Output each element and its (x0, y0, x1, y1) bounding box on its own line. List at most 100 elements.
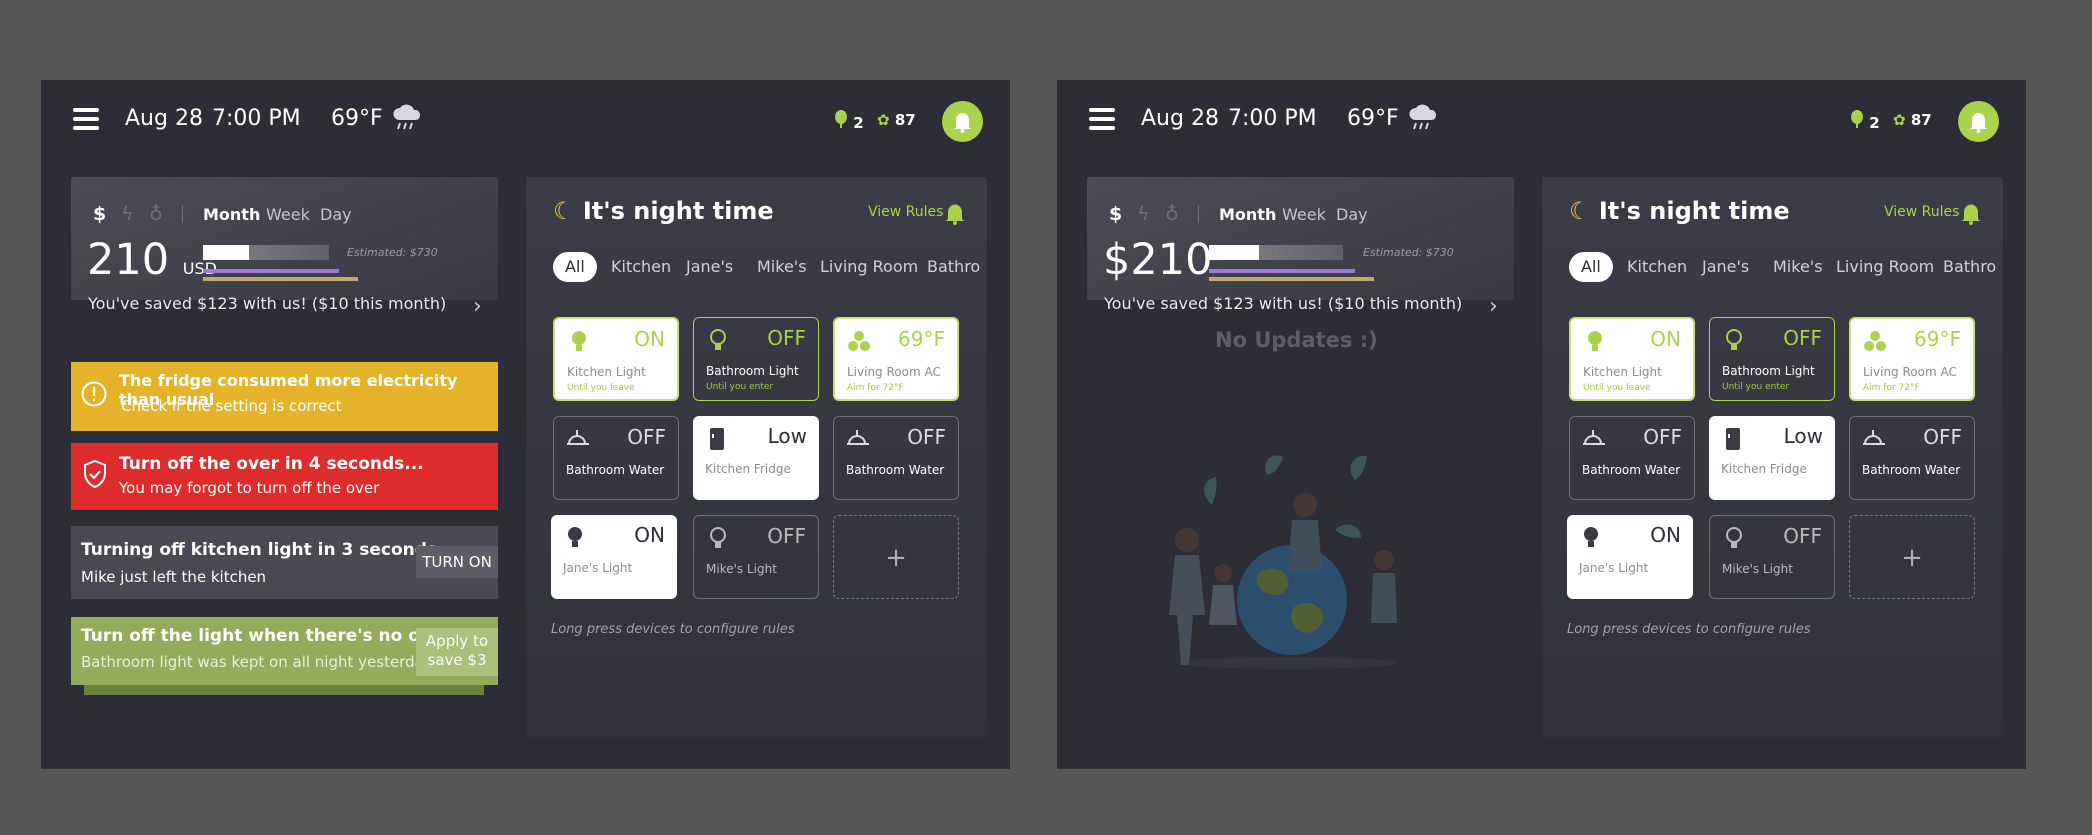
device-tile-mikes-light[interactable]: OFF Mike's Light (693, 515, 819, 599)
savings-text: You've saved $123 with us! ($10 this mon… (1104, 294, 1463, 313)
bell-icon (1970, 113, 1987, 133)
electricity-icon[interactable]: ϟ (1137, 203, 1150, 225)
device-tile-janes-light[interactable]: ON Jane's Light (1567, 515, 1693, 599)
leaf-count: 2 (853, 114, 864, 132)
device-tile-bathroom-light[interactable]: OFF Bathroom Light Until you enter (1709, 317, 1835, 401)
electricity-icon[interactable]: ϟ (121, 203, 134, 225)
bell-icon[interactable] (1960, 201, 1982, 225)
device-tile-kitchen-fridge[interactable]: Low Kitchen Fridge (693, 416, 819, 500)
alert-subtitle: Mike just left the kitchen (81, 568, 267, 586)
leaf-badge[interactable]: 2 (1850, 110, 1880, 133)
room-chip-janes[interactable]: Jane's (680, 252, 739, 282)
tab-week[interactable]: Week (266, 205, 310, 224)
shield-check-icon (84, 459, 106, 489)
assistant-button[interactable] (1958, 101, 1999, 142)
room-chip-mikes[interactable]: Mike's (751, 252, 813, 282)
estimated-label: Estimated: $730 (347, 246, 438, 259)
dollar-icon[interactable]: $ (1109, 203, 1122, 225)
fan-icon (848, 331, 870, 351)
tab-month[interactable]: Month (1219, 205, 1276, 224)
alert-subtitle: Bathroom light was kept on all night yes… (81, 653, 433, 671)
stack-shadow (84, 685, 484, 695)
alert-kitchen-light[interactable]: Turning off kitchen light in 3 seconds..… (71, 526, 498, 599)
plus-icon: + (885, 543, 907, 573)
bulb-icon (1588, 331, 1602, 351)
fan-icon (1864, 331, 1886, 351)
energy-card[interactable]: $ ϟ ♁ Month Week Day 210 USD Estimated: … (71, 177, 498, 319)
night-title: ☾ It's night time (1569, 197, 1790, 225)
alert-oven[interactable]: Turn off the over in 4 seconds... You ma… (71, 443, 498, 510)
menu-icon[interactable] (1089, 108, 1115, 134)
tab-month[interactable]: Month (203, 205, 260, 224)
device-tile-mikes-light[interactable]: OFF Mike's Light (1709, 515, 1835, 599)
turn-on-button[interactable]: TURN ON (416, 546, 498, 578)
chevron-right-icon[interactable]: › (1489, 294, 1498, 319)
bulb-icon (1726, 329, 1742, 350)
gas-icon[interactable]: ♁ (1165, 203, 1179, 225)
alert-title: Turn off the over in 4 seconds... (119, 454, 424, 474)
room-chip-living-room[interactable]: Living Room (814, 252, 924, 282)
plant-badge[interactable]: ✿ 87 (877, 110, 916, 130)
alert-suggestion[interactable]: Turn off the light when there's no one i… (71, 617, 498, 685)
device-tile-bathroom-water[interactable]: OFF Bathroom Water (553, 416, 679, 500)
room-chip-living-room[interactable]: Living Room (1830, 252, 1940, 282)
fridge-icon (710, 428, 724, 450)
room-chip-bathroom[interactable]: Bathro (1937, 252, 2002, 282)
no-updates-label: No Updates :) (1215, 328, 1378, 352)
energy-card[interactable]: $ ϟ ♁ Month Week Day $210 Estimated: $73… (1087, 177, 1514, 319)
plant-badge[interactable]: ✿ 87 (1893, 110, 1932, 130)
assistant-button[interactable] (942, 101, 983, 142)
moon-icon: ☾ (553, 197, 575, 225)
header-time: 7:00 PM (1228, 106, 1317, 131)
header-date: Aug 28 (125, 106, 203, 131)
rules-panel: ☾ It's night time View Rules All Kitchen… (1542, 177, 2003, 737)
room-chip-mikes[interactable]: Mike's (1767, 252, 1829, 282)
usage-line-purple (1209, 269, 1355, 273)
device-tile-bathroom-water[interactable]: OFF Bathroom Water (1569, 416, 1695, 500)
tab-week[interactable]: Week (1282, 205, 1326, 224)
device-tile-bathroom-light[interactable]: OFF Bathroom Light Until you enter (693, 317, 819, 401)
room-chip-all[interactable]: All (1569, 252, 1613, 282)
alert-fridge[interactable]: The fridge consumed more electricity tha… (71, 362, 498, 431)
bulb-icon (572, 331, 586, 351)
usage-line-gold (203, 277, 358, 281)
usage-line-gold (1209, 277, 1374, 281)
device-tile-kitchen-light[interactable]: ON Kitchen Light Until you leave (553, 317, 679, 401)
device-tile-kitchen-light[interactable]: ON Kitchen Light Until you leave (1569, 317, 1695, 401)
device-tile-living-room-ac[interactable]: 69°F Living Room AC Aim for 72°F (1849, 317, 1975, 401)
bell-icon (954, 113, 971, 133)
bulb-icon (710, 527, 726, 548)
gas-icon[interactable]: ♁ (149, 203, 163, 225)
add-device-button[interactable]: + (1849, 515, 1975, 599)
device-tile-janes-light[interactable]: ON Jane's Light (551, 515, 677, 599)
faucet-icon (847, 430, 869, 445)
chevron-right-icon[interactable]: › (473, 294, 482, 319)
faucet-icon (567, 430, 589, 445)
estimated-label: Estimated: $730 (1363, 246, 1454, 259)
device-tile-bathroom-water-2[interactable]: OFF Bathroom Water (1849, 416, 1975, 500)
device-tile-bathroom-water-2[interactable]: OFF Bathroom Water (833, 416, 959, 500)
leaf-badge[interactable]: 2 (834, 110, 864, 133)
bell-icon[interactable] (944, 201, 966, 225)
progress-bar (203, 245, 329, 261)
dollar-icon[interactable]: $ (93, 203, 106, 225)
room-chip-bathroom[interactable]: Bathro (921, 252, 986, 282)
family-globe-illustration (1169, 455, 1397, 669)
view-rules-link[interactable]: View Rules (868, 204, 943, 220)
room-chip-kitchen[interactable]: Kitchen (605, 252, 677, 282)
tree-icon (1851, 110, 1863, 128)
tab-day[interactable]: Day (1336, 205, 1368, 224)
tab-day[interactable]: Day (320, 205, 352, 224)
device-tile-living-room-ac[interactable]: 69°F Living Room AC Aim for 72°F (833, 317, 959, 401)
moon-icon: ☾ (1569, 197, 1591, 225)
bulb-icon (1584, 527, 1598, 547)
room-chip-all[interactable]: All (553, 252, 597, 282)
menu-icon[interactable] (73, 108, 99, 134)
room-chip-kitchen[interactable]: Kitchen (1621, 252, 1693, 282)
view-rules-link[interactable]: View Rules (1884, 204, 1959, 220)
apply-button[interactable]: Apply to save $3 (416, 628, 498, 676)
rain-cloud-icon (393, 104, 421, 130)
add-device-button[interactable]: + (833, 515, 959, 599)
room-chip-janes[interactable]: Jane's (1696, 252, 1755, 282)
device-tile-kitchen-fridge[interactable]: Low Kitchen Fridge (1709, 416, 1835, 500)
